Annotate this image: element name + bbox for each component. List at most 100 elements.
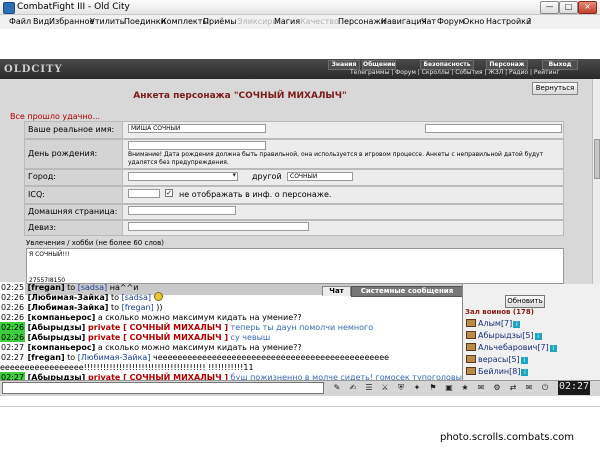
menu-file[interactable]: Файл [9, 15, 31, 29]
birthday-warning: Внимание! Дата рождения должна быть прав… [128, 151, 544, 166]
user-list-item[interactable]: Абырыдзы[5] i [466, 330, 542, 341]
chat-icon[interactable]: ✉ [476, 383, 486, 393]
city-other-label: другой [252, 172, 282, 181]
trade-icon[interactable]: ⇄ [508, 383, 518, 393]
chat-message: су чевыш [228, 333, 271, 342]
hobby-label: Увлечения / хобби (не более 60 слов) [26, 239, 164, 247]
chat-message: а сколько можно максимум кидать на умени… [95, 343, 302, 352]
birthday-label: День рождения: [28, 149, 98, 158]
chat-author[interactable]: [fregan] [28, 353, 65, 362]
icq-hide-label: не отображать в инф. о персонаже. [179, 190, 332, 199]
menu-tricks[interactable]: Приёмы [203, 15, 237, 29]
chat-author[interactable]: [Любимая-Зайка] [28, 293, 109, 302]
menu-characters[interactable]: Персонажи [338, 15, 386, 29]
hobby-text: Я СОЧНЫЙ!!! [29, 251, 70, 258]
maximize-button[interactable]: □ [559, 1, 578, 14]
window-title: CombatFight III - Old City [17, 2, 130, 12]
map-icon[interactable]: ⚑ [428, 383, 438, 393]
chat-author[interactable]: [компаньерос] [28, 343, 96, 352]
scroll-icon[interactable]: ✎ [332, 383, 342, 393]
chat-recipient[interactable]: [fregan] [122, 303, 154, 312]
menu-view[interactable]: Вид [33, 15, 49, 29]
info-icon[interactable]: i [549, 345, 557, 352]
fight-icon[interactable]: ✦ [412, 383, 422, 393]
motto-input[interactable] [128, 222, 309, 231]
hobby-textarea[interactable]: Я СОЧНЫЙ!!! 27557I8150 [26, 248, 564, 284]
info-icon[interactable]: i [534, 333, 542, 340]
pen-icon[interactable]: ✍ [348, 383, 358, 393]
clan-icon [466, 343, 476, 351]
menu-navigation[interactable]: Навигация [381, 15, 426, 29]
user-list-item[interactable]: Альчебарович[7] i [466, 342, 557, 353]
gear-icon[interactable]: ⚙ [492, 383, 502, 393]
homepage-label: Домашняя страница: [28, 207, 118, 216]
chat-author[interactable]: [Абырыдзы] [28, 323, 86, 332]
page-title: Анкета персонажа "СОЧНЫЙ МИХАЛЫЧ" [133, 91, 347, 101]
menu-elixirs[interactable]: Эликсиры [237, 15, 279, 29]
menu-quality[interactable]: Качество [300, 15, 339, 29]
clan-icon [466, 355, 476, 363]
menu-window[interactable]: Окно [463, 15, 484, 29]
chat-author[interactable]: [Любимая-Зайка] [28, 303, 109, 312]
shield-icon[interactable]: ⛨ [396, 383, 406, 393]
scrollbar-thumb[interactable] [594, 139, 600, 179]
chat-recipient[interactable]: [Любимая-Зайка] [78, 353, 151, 362]
room-title: Зал воинов (178) [465, 308, 534, 316]
user-list-item[interactable]: Алым[7] i [466, 318, 521, 329]
menu-forum[interactable]: Форум [437, 15, 465, 29]
real-name-extra-input[interactable] [425, 124, 562, 133]
menu-chat[interactable]: Чат [421, 15, 436, 29]
menu-utilities[interactable]: Утилиты [90, 15, 126, 29]
icq-input[interactable] [128, 189, 160, 198]
user-name[interactable]: Абырыдзы[5] [478, 331, 534, 340]
menu-duels[interactable]: Поединки [124, 15, 166, 29]
motto-label: Девиз: [28, 223, 57, 232]
user-list-item[interactable]: Бейлин[8] i [466, 366, 529, 377]
user-list-item[interactable]: верасы[5] i [466, 354, 528, 365]
game-logo: OLDCITY [4, 64, 63, 75]
menu-help[interactable]: ? [527, 15, 531, 29]
user-name[interactable]: Бейлин[8] [478, 367, 520, 376]
back-button[interactable]: Вернуться [532, 82, 578, 95]
chat-author[interactable]: [fregan] [28, 283, 65, 292]
star-icon[interactable]: ★ [460, 383, 470, 393]
info-icon[interactable]: i [513, 321, 521, 328]
city-other-input[interactable]: СОЧНЫЙ [287, 172, 353, 181]
user-name[interactable]: верасы[5] [478, 355, 520, 364]
chat-private-target[interactable]: private [ СОЧНЫЙ МИХАЛЫЧ ] [85, 323, 228, 332]
close-button[interactable]: × [578, 1, 597, 14]
toolbar-area [0, 29, 540, 60]
app-icon [3, 2, 15, 14]
homepage-input[interactable] [128, 206, 236, 215]
menu-sets[interactable]: Комплекты [161, 15, 209, 29]
real-name-input[interactable]: МИША СОЧНЫЙ [128, 124, 266, 133]
chat-author[interactable]: [компаньерос] [28, 313, 96, 322]
user-name[interactable]: Алым[7] [478, 319, 512, 328]
birthday-input[interactable] [128, 141, 266, 150]
minimize-button[interactable]: — [540, 1, 559, 14]
chat-input[interactable] [2, 382, 324, 394]
letter-icon[interactable]: ✉ [524, 383, 534, 393]
menu-settings[interactable]: Настройки [486, 15, 531, 29]
menu-bar: Файл Вид Избранное Утилиты Поединки Комп… [0, 15, 600, 29]
menu-magic[interactable]: Магия [274, 15, 300, 29]
book-icon[interactable]: ☰ [364, 383, 374, 393]
city-select[interactable] [128, 171, 238, 181]
chat-recipient[interactable]: [sadsa] [78, 283, 107, 292]
bag-icon[interactable]: ▣ [444, 383, 454, 393]
info-icon[interactable]: i [521, 369, 529, 376]
main-scrollbar[interactable] [592, 79, 600, 284]
exit-icon[interactable]: ⏻ [540, 383, 550, 393]
chat-author[interactable]: [Абырыдзы] [28, 333, 86, 342]
sword-icon[interactable]: ⚔ [380, 383, 390, 393]
chat-recipient[interactable]: [sadsa] [122, 293, 151, 302]
icq-hide-checkbox[interactable]: ✓ [165, 189, 173, 197]
game-subnav[interactable]: Телеграммы | Форум | Скроллы | События |… [350, 69, 582, 77]
refresh-button[interactable]: Обновить [505, 295, 545, 308]
menu-favorites[interactable]: Избранное [49, 15, 94, 29]
chat-message: теперь ты даун помолчи немного [228, 323, 374, 332]
user-name[interactable]: Альчебарович[7] [478, 343, 549, 352]
chat-private-target[interactable]: private [ СОЧНЫЙ МИХАЛЫЧ ] [85, 333, 228, 342]
info-icon[interactable]: i [520, 357, 528, 364]
clan-icon [466, 331, 476, 339]
